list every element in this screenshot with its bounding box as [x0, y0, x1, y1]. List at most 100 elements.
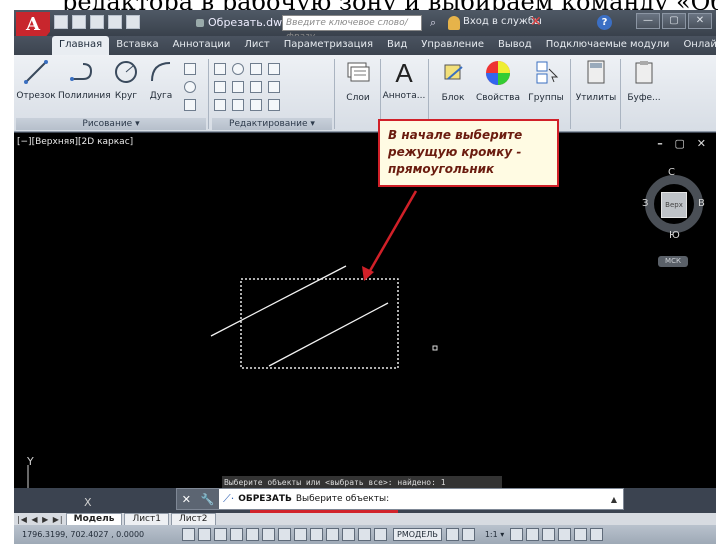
- line-button[interactable]: Отрезок: [16, 59, 56, 101]
- ducs-icon[interactable]: [294, 528, 307, 541]
- tab-sheet2[interactable]: Лист2: [170, 513, 216, 525]
- tab-view[interactable]: Вид: [380, 36, 414, 55]
- drawing-line-1[interactable]: [210, 265, 347, 337]
- maximize-button[interactable]: ▢: [662, 13, 686, 29]
- clipboard-button[interactable]: Буфе...: [624, 59, 664, 103]
- wrench-icon[interactable]: 🔧: [201, 493, 215, 506]
- erase-icon[interactable]: [268, 63, 280, 75]
- qp-icon[interactable]: [358, 528, 371, 541]
- lineweight-icon[interactable]: [326, 528, 339, 541]
- modify-group-label[interactable]: Редактирование ▾: [212, 118, 332, 130]
- annotation-scale[interactable]: 1:1 ▾: [485, 530, 504, 539]
- annotation-visibility-icon[interactable]: [510, 528, 524, 541]
- close-button[interactable]: ✕: [688, 13, 712, 29]
- annotation-button[interactable]: A Аннота...: [382, 58, 426, 102]
- move-icon[interactable]: [214, 63, 226, 75]
- viewcube-north[interactable]: С: [668, 167, 675, 178]
- properties-button[interactable]: Свойства: [476, 59, 520, 103]
- viewcube-east[interactable]: В: [698, 198, 705, 209]
- command-prompt-text[interactable]: Выберите объекты:: [296, 494, 389, 504]
- quick-view-layouts-icon[interactable]: [445, 528, 459, 541]
- model-space-button[interactable]: РМОДЕЛЬ: [393, 528, 442, 541]
- tab-model[interactable]: Модель: [65, 513, 123, 525]
- draw-group-label[interactable]: Рисование ▾: [16, 118, 206, 130]
- ellipse-icon[interactable]: [184, 81, 196, 93]
- mirror-icon[interactable]: [232, 81, 244, 93]
- command-line[interactable]: ✕ 🔧 ⟋· ОБРЕЗАТЬ Выберите объекты: ▲: [176, 488, 624, 510]
- tab-manage[interactable]: Управление: [414, 36, 491, 55]
- viewcube-top-face[interactable]: Верх: [661, 192, 687, 218]
- rotate-icon[interactable]: [232, 63, 244, 75]
- arc-button[interactable]: Дуга: [146, 59, 176, 101]
- dyn-icon[interactable]: [310, 528, 323, 541]
- drawing-line-2[interactable]: [268, 302, 389, 367]
- scale-icon[interactable]: [232, 99, 244, 111]
- save-icon[interactable]: [90, 15, 104, 29]
- polyline-button[interactable]: Полилиния: [58, 59, 111, 101]
- fillet-icon[interactable]: [250, 81, 262, 93]
- stretch-icon[interactable]: [214, 99, 226, 111]
- groups-button[interactable]: Группы: [524, 59, 568, 103]
- ortho-icon[interactable]: [230, 528, 243, 541]
- close-icon[interactable]: ✕: [182, 493, 191, 506]
- grid-icon[interactable]: [214, 528, 227, 541]
- sc-icon[interactable]: [374, 528, 387, 541]
- drawing-canvas[interactable]: [14, 133, 716, 488]
- trim-icon[interactable]: [250, 63, 262, 75]
- minimize-button[interactable]: —: [636, 13, 660, 29]
- isolate-icon[interactable]: [574, 528, 588, 541]
- transparency-icon[interactable]: [342, 528, 355, 541]
- coordinates-readout[interactable]: 1796.3199, 702.4027 , 0.0000: [14, 530, 182, 539]
- search-input[interactable]: Введите ключевое слово/фразу: [282, 15, 422, 42]
- tab-online[interactable]: Онлайн: [676, 36, 716, 55]
- copy-icon[interactable]: [214, 81, 226, 93]
- layout-nav-arrows[interactable]: |◀ ◀ ▶ ▶|: [17, 515, 64, 524]
- selected-rectangle[interactable]: [240, 278, 399, 369]
- polar-icon[interactable]: [246, 528, 259, 541]
- quick-view-drawings-icon[interactable]: [461, 528, 475, 541]
- tab-insert[interactable]: Вставка: [109, 36, 165, 55]
- block-icon: [444, 64, 463, 80]
- text-a-icon: A: [395, 58, 413, 88]
- viewcube-south[interactable]: Ю: [669, 230, 680, 241]
- tab-home[interactable]: Главная: [52, 36, 110, 55]
- utilities-button[interactable]: Утилиты: [574, 59, 618, 103]
- binoculars-icon[interactable]: ⌕: [430, 16, 444, 30]
- help-icon[interactable]: ?: [597, 15, 612, 30]
- print-icon[interactable]: [108, 15, 122, 29]
- tab-annotate[interactable]: Аннотации: [166, 36, 238, 55]
- properties-label: Свойства: [476, 93, 520, 103]
- tab-plugins[interactable]: Подключаемые модули: [539, 36, 677, 55]
- explode-icon[interactable]: [268, 81, 280, 93]
- tab-parametric[interactable]: Параметризация: [277, 36, 380, 55]
- command-history-toggle[interactable]: ▲: [611, 495, 617, 504]
- wcs-menu[interactable]: МСК: [658, 256, 688, 267]
- undo-icon[interactable]: [126, 15, 140, 29]
- layers-button[interactable]: Слои: [338, 59, 378, 103]
- offset-icon[interactable]: [268, 99, 280, 111]
- new-file-icon[interactable]: [54, 15, 68, 29]
- rectangle-icon[interactable]: [184, 63, 196, 75]
- osnap-icon[interactable]: [262, 528, 275, 541]
- exchange-icon[interactable]: ✕: [530, 14, 542, 30]
- auto-scale-icon[interactable]: [526, 528, 540, 541]
- lock-icon[interactable]: [558, 528, 572, 541]
- snap-icon[interactable]: [198, 528, 211, 541]
- clipboard-icon: [635, 61, 653, 84]
- open-file-icon[interactable]: [72, 15, 86, 29]
- tab-output[interactable]: Вывод: [491, 36, 539, 55]
- hatch-icon[interactable]: [184, 99, 196, 111]
- infer-icon[interactable]: [182, 528, 195, 541]
- drawing-area[interactable]: [−][Верхняя][2D каркас] – ▢ ✕ В начале в…: [14, 119, 716, 488]
- otrack-icon[interactable]: [278, 528, 291, 541]
- tab-sheet1[interactable]: Лист1: [124, 513, 169, 525]
- workspace-icon[interactable]: [542, 528, 556, 541]
- viewcube-west[interactable]: З: [642, 198, 648, 209]
- user-icon[interactable]: [448, 16, 460, 30]
- clean-screen-icon[interactable]: [590, 528, 604, 541]
- circle-button[interactable]: Круг: [110, 59, 142, 101]
- block-button[interactable]: Блок: [432, 59, 474, 103]
- tab-layout[interactable]: Лист: [237, 36, 276, 55]
- title-bar: A Обрезать.dwg Введите ключевое слово/фр…: [14, 10, 716, 42]
- array-icon[interactable]: [250, 99, 262, 111]
